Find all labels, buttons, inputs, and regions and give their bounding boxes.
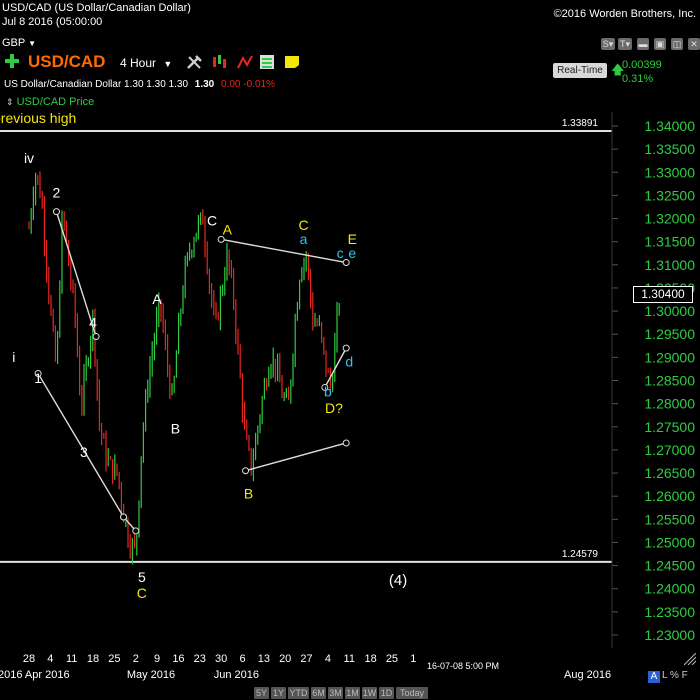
trendline-anchor [342, 344, 350, 352]
wave-label: D? [325, 400, 343, 416]
y-tick-label: 1.32000 [644, 211, 695, 227]
x-tick-label: 23 [194, 653, 206, 665]
x-tick-label: 9 [154, 653, 160, 665]
x-tick-label: 11 [66, 653, 77, 665]
reference-line-label: 1.24579 [562, 549, 599, 560]
wave-label: C [207, 212, 217, 228]
resize-icon[interactable] [683, 652, 697, 666]
trendline-anchor [242, 467, 250, 475]
trendline [221, 238, 347, 264]
timeframe-button[interactable]: 6M [311, 687, 326, 699]
x-tick-label: 25 [386, 653, 398, 665]
month-label: Aug 2016 [564, 669, 611, 681]
month-label: May 2016 [127, 669, 175, 681]
timeframe-button[interactable]: 1W [362, 687, 377, 699]
y-tick-label: 1.28500 [644, 373, 695, 389]
timeframe-button[interactable]: YTD [288, 687, 309, 699]
timeframe-button[interactable]: 1Y [271, 687, 286, 699]
wave-label: iv [24, 150, 34, 166]
wave-label: 4 [89, 314, 97, 330]
scale-options[interactable]: L % F [662, 670, 688, 681]
y-tick-label: 1.25500 [644, 511, 695, 527]
x-tick-label: 16 [172, 653, 184, 665]
price-chart[interactable]: 1.34000 1.33500 1.33000 1.32500 1.32000 1.315… [0, 0, 700, 700]
wave-label: B [244, 485, 253, 501]
y-tick-label: 1.29000 [644, 349, 695, 365]
trendline-anchor [92, 333, 100, 341]
trendline [245, 442, 347, 472]
wave-label: A [223, 222, 233, 238]
y-tick-label: 1.26000 [644, 488, 695, 504]
y-tick-label: 1.28000 [644, 396, 695, 412]
y-tick-label: 1.29500 [644, 326, 695, 342]
wave-label: 3 [80, 444, 88, 460]
y-tick-label: 1.31500 [644, 234, 695, 250]
wave-label: i [12, 349, 15, 365]
x-tick-label: 27 [300, 653, 312, 665]
y-tick-label: 1.26500 [644, 465, 695, 481]
y-tick-label: 1.34000 [644, 118, 695, 134]
x-tick-label: 4 [325, 653, 331, 665]
y-tick-label: 1.25000 [644, 534, 695, 550]
chart-timestamp: 16-07-08 5:00 PM [427, 661, 500, 671]
y-tick-label: 1.33500 [644, 141, 695, 157]
x-tick-label: 4 [47, 653, 53, 665]
wave-label: b [324, 384, 332, 400]
timeframe-button[interactable]: 1M [345, 687, 360, 699]
wave-label: e [348, 245, 356, 261]
wave-label: c [337, 245, 344, 261]
timeframe-button[interactable]: 5Y [254, 687, 269, 699]
x-tick-label: 18 [87, 653, 99, 665]
y-tick-label: 1.32500 [644, 187, 695, 203]
y-tick-label: 1.33000 [644, 164, 695, 180]
timeframe-button[interactable]: 1D [379, 687, 394, 699]
month-label: 2016 Apr 2016 [0, 669, 70, 681]
trendline-anchor [342, 439, 350, 447]
y-tick-label: 1.24000 [644, 581, 695, 597]
trendline-anchor [120, 513, 128, 521]
trendline [324, 347, 347, 388]
x-tick-label: 1 [410, 653, 416, 665]
timeframe-button[interactable]: 3M [328, 687, 343, 699]
wave-label: B [171, 421, 180, 437]
timeframe-button[interactable]: Today [396, 687, 428, 699]
y-tick-label: 1.30000 [644, 303, 695, 319]
reference-line-label: 1.33891 [562, 118, 599, 129]
x-tick-label: 25 [108, 653, 120, 665]
wave-label: d [345, 354, 353, 370]
wave-label: (4) [389, 572, 407, 589]
x-tick-label: 11 [344, 653, 355, 665]
wave-label: 5 [138, 569, 146, 585]
wave-label: 1 [34, 370, 42, 386]
wave-label: a [300, 231, 308, 247]
x-tick-label: 20 [279, 653, 291, 665]
wave-label: C [137, 585, 147, 601]
x-tick-label: 2 [133, 653, 139, 665]
y-tick-label: 1.23500 [644, 604, 695, 620]
log-scale-button[interactable]: A [648, 671, 660, 683]
month-label: Jun 2016 [214, 669, 259, 681]
y-tick-label: 1.24500 [644, 558, 695, 574]
x-tick-label: 18 [364, 653, 376, 665]
x-tick-label: 30 [215, 653, 227, 665]
y-tick-label: 1.23000 [644, 627, 695, 643]
previous-high-note: previous high [0, 110, 76, 126]
wave-label: A [152, 291, 162, 307]
x-tick-label: 28 [23, 653, 35, 665]
last-price-badge: 1.30400 [633, 286, 693, 303]
y-tick-label: 1.27000 [644, 442, 695, 458]
x-tick-label: 6 [239, 653, 245, 665]
trendline-anchor [52, 208, 60, 216]
y-tick-label: 1.27500 [644, 419, 695, 435]
trendline-anchor [132, 527, 140, 535]
wave-label: 2 [53, 185, 61, 201]
y-tick-label: 1.31000 [644, 257, 695, 273]
x-tick-label: 13 [258, 653, 270, 665]
